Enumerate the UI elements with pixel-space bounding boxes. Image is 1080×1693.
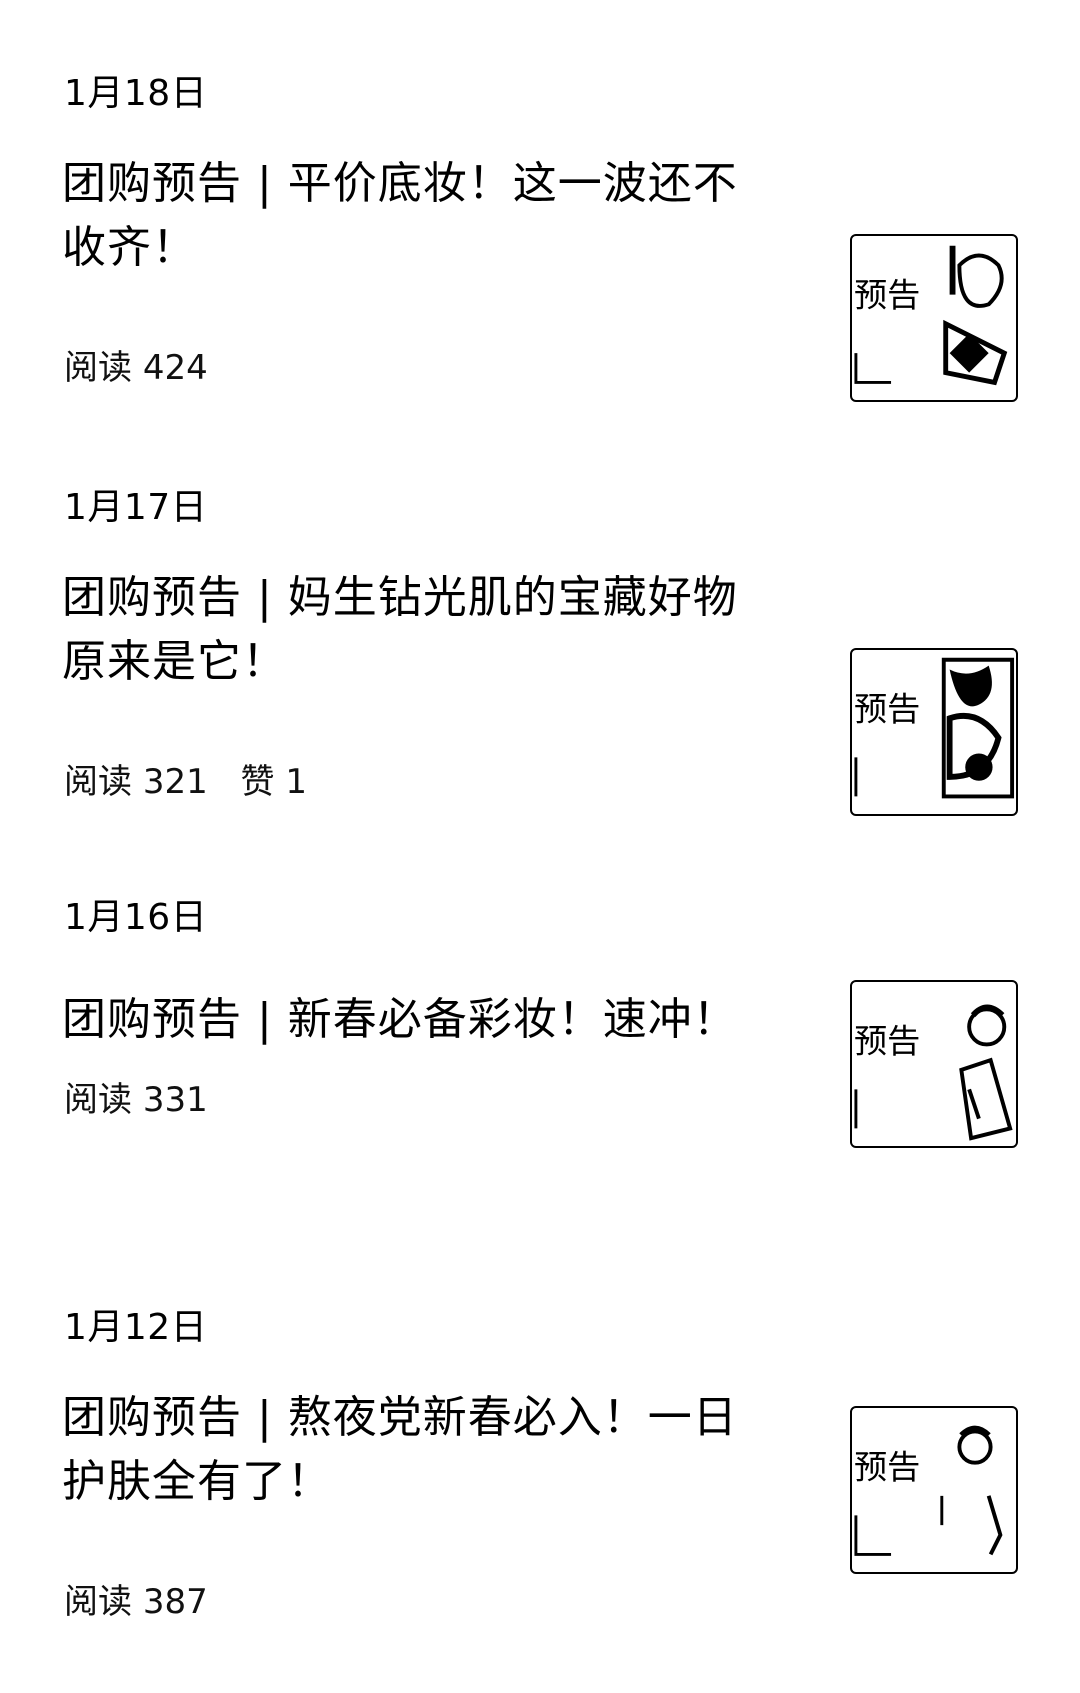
group-buy-thumbnail-icon: 预告	[854, 657, 1015, 799]
date-heading: 1月16日	[64, 897, 208, 938]
date-heading: 1月12日	[64, 1307, 208, 1348]
read-count: 387	[142, 1582, 208, 1622]
like-count: 赞 1	[240, 762, 307, 802]
group-buy-thumbnail-icon: 预告	[854, 1004, 1013, 1141]
article-thumbnail[interactable]: 预告	[850, 234, 1018, 402]
date-heading: 1月18日	[64, 73, 208, 114]
date-heading: 1月17日	[64, 487, 208, 528]
article-meta: 阅读 387	[64, 1582, 208, 1622]
thumb-caption: 预告	[854, 689, 920, 728]
read-label: 阅读	[64, 762, 132, 802]
read-label: 阅读	[64, 1080, 132, 1120]
article-title[interactable]: 团购预告 | 平价底妆！这一波还不收齐！	[62, 152, 782, 280]
article-list: 1月18日 团购预告 | 平价底妆！这一波还不收齐！ 阅读 424 预告 1月1…	[0, 0, 1080, 1693]
article-thumbnail[interactable]: 预告	[850, 648, 1018, 816]
thumb-caption: 预告	[854, 1447, 920, 1486]
read-count: 424	[142, 348, 208, 388]
thumb-caption: 预告	[854, 275, 920, 314]
article-meta: 阅读 331	[64, 1080, 208, 1120]
article-title[interactable]: 团购预告 | 新春必备彩妆！速冲！	[62, 988, 782, 1052]
read-label: 阅读	[64, 348, 132, 388]
article-thumbnail[interactable]: 预告	[850, 980, 1018, 1148]
article-meta: 阅读 424	[64, 348, 208, 388]
read-label: 阅读	[64, 1582, 132, 1622]
group-buy-thumbnail-icon: 预告	[854, 1425, 1003, 1556]
article-meta: 阅读 321 赞 1	[64, 762, 307, 802]
article-title[interactable]: 团购预告 | 妈生钻光肌的宝藏好物原来是它！	[62, 566, 782, 694]
read-count: 331	[142, 1080, 208, 1120]
article-thumbnail[interactable]: 预告	[850, 1406, 1018, 1574]
group-buy-thumbnail-icon: 预告	[854, 245, 1008, 386]
article-title[interactable]: 团购预告 | 熬夜党新春必入！一日护肤全有了！	[62, 1386, 782, 1514]
read-count: 321	[142, 762, 208, 802]
thumb-caption: 预告	[854, 1021, 920, 1060]
